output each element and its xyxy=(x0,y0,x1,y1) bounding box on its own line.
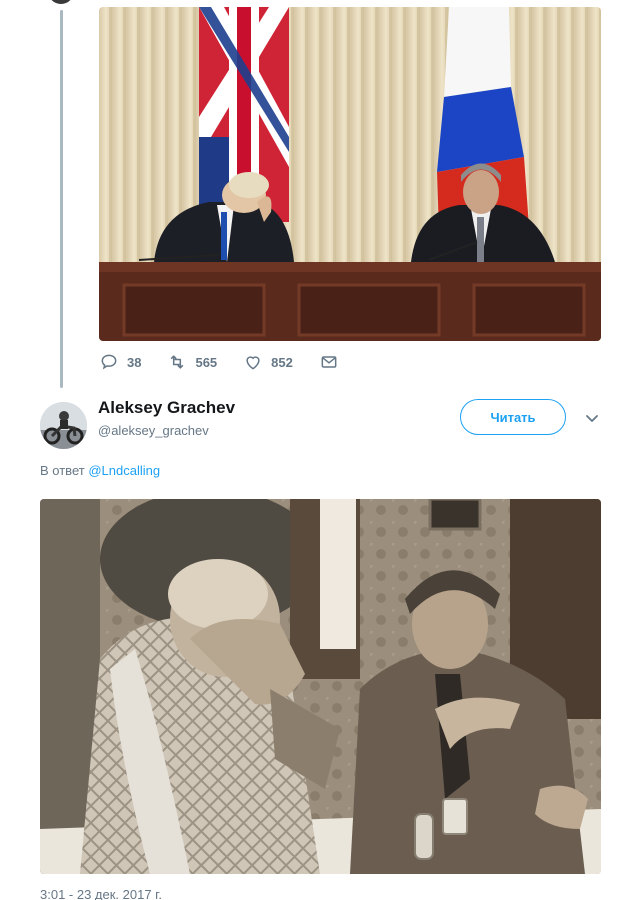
reply-button[interactable]: 38 xyxy=(99,352,141,372)
message-icon xyxy=(321,356,337,368)
direct-message-button[interactable] xyxy=(319,352,339,372)
tweet-action-bar: 38 565 852 xyxy=(99,352,365,372)
reply-context: В ответ @Lndcalling xyxy=(40,463,160,478)
retweet-icon xyxy=(171,355,184,369)
avatar[interactable] xyxy=(40,402,87,449)
thread-connector-line xyxy=(60,10,63,388)
like-button[interactable]: 852 xyxy=(243,352,293,372)
author-name[interactable]: Aleksey Grachev xyxy=(98,398,235,418)
chevron-down-icon[interactable] xyxy=(584,410,600,426)
reply-icon xyxy=(101,354,117,370)
heart-icon xyxy=(246,356,260,370)
follow-button[interactable]: Читать xyxy=(460,399,566,435)
author-handle[interactable]: @aleksey_grachev xyxy=(98,423,209,438)
tweet-photo-film-still[interactable] xyxy=(40,499,601,874)
avatar-motorcyclist-image xyxy=(40,402,87,449)
retweet-count: 565 xyxy=(195,354,218,370)
like-count: 852 xyxy=(271,354,293,370)
reply-count: 38 xyxy=(127,354,142,370)
retweet-button[interactable]: 565 xyxy=(167,352,217,372)
tweet-timestamp[interactable]: 3:01 - 23 дек. 2017 г. xyxy=(40,887,162,900)
film-still-illustration xyxy=(40,499,601,874)
reply-prefix: В ответ xyxy=(40,463,85,478)
reply-mention-link[interactable]: @Lndcalling xyxy=(88,463,160,478)
press-conference-illustration xyxy=(99,7,601,341)
previous-avatar-edge xyxy=(48,0,74,4)
tweet-photo-press-conference[interactable] xyxy=(99,7,601,341)
